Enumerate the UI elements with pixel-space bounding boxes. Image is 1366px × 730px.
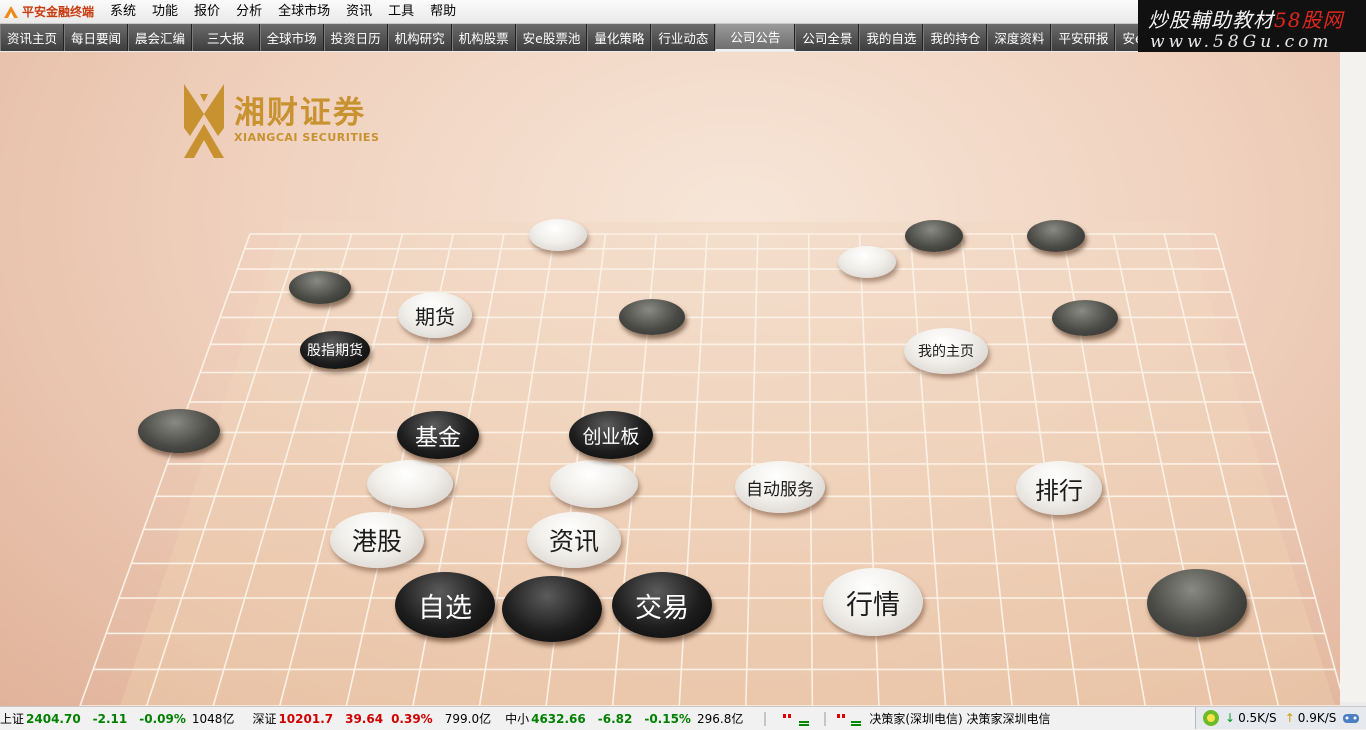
- download-speed: 0.5K/S: [1238, 711, 1277, 725]
- stone-trade[interactable]: 交易: [612, 572, 712, 638]
- tab-institution-research[interactable]: 机构研究: [387, 24, 452, 51]
- decorative-white-stone: [529, 219, 587, 251]
- sz-percent: 0.39%: [391, 711, 433, 726]
- tab-global-market[interactable]: 全球市场: [259, 24, 324, 51]
- tab-bar: 资讯主页 每日要闻 晨会汇编 三大报 全球市场 投资日历 机构研究 机构股票 安…: [0, 24, 1140, 51]
- go-board-panel: 湘财证券 XIANGCAI SECURITIES 期货 股指期货 我的主页 基金…: [0, 52, 1340, 706]
- company-name: 湘财证券: [234, 94, 366, 131]
- decorative-black-stone: [138, 409, 220, 453]
- company-name-english: XIANGCAI SECURITIES: [234, 130, 380, 144]
- sh-change: -2.11: [92, 711, 128, 726]
- menu-system[interactable]: 系统: [102, 0, 144, 23]
- tab-my-watchlist[interactable]: 我的自选: [859, 24, 924, 51]
- stone-watchlist[interactable]: 自选: [395, 572, 495, 638]
- zx-percent: -0.15%: [644, 711, 691, 726]
- stone-market-quotes[interactable]: 行情: [823, 568, 923, 636]
- menu-function[interactable]: 功能: [144, 0, 186, 23]
- menu-tools[interactable]: 工具: [380, 0, 422, 23]
- stone-news[interactable]: 资讯: [527, 512, 621, 568]
- watermark-title-b: 58股网: [1274, 8, 1344, 32]
- sh-percent: -0.09%: [139, 711, 186, 726]
- stone-my-homepage[interactable]: 我的主页: [904, 328, 988, 374]
- right-margin-panel: [1340, 52, 1366, 702]
- tab-company-announcement[interactable]: 公司公告: [715, 24, 796, 51]
- company-logo: 湘财证券 XIANGCAI SECURITIES: [180, 80, 379, 160]
- stone-hk-stocks[interactable]: 港股: [330, 512, 424, 568]
- stone-futures[interactable]: 期货: [398, 292, 472, 338]
- stone-index-futures[interactable]: 股指期货: [300, 331, 370, 369]
- download-arrow-icon: ↓: [1225, 711, 1236, 725]
- decorative-black-stone: [289, 271, 351, 304]
- menu-news[interactable]: 资讯: [338, 0, 380, 23]
- sz-change: 39.64: [345, 711, 384, 726]
- tab-my-holdings[interactable]: 我的持仓: [923, 24, 988, 51]
- xiangcai-logo-icon: [184, 84, 224, 158]
- app-title-text: 平安金融终端: [22, 5, 95, 19]
- zx-volume: 296.8亿: [696, 712, 744, 726]
- tab-daily-news[interactable]: 每日要闻: [64, 24, 129, 51]
- ticker-text: 决策家(深圳电信) 决策家深圳电信: [869, 712, 1051, 726]
- decorative-black-stone: [905, 220, 963, 252]
- tab-quant-strategy[interactable]: 量化策略: [587, 24, 652, 51]
- menu-global-market[interactable]: 全球市场: [270, 0, 338, 23]
- tab-investment-calendar[interactable]: 投资日历: [323, 24, 388, 51]
- tab-news-home[interactable]: 资讯主页: [0, 24, 65, 51]
- decorative-black-stone: [502, 576, 602, 642]
- menu-quote[interactable]: 报价: [186, 0, 228, 23]
- sz-value[interactable]: 10201.7: [278, 712, 333, 726]
- app-title: 平安金融终端: [3, 3, 94, 20]
- watermark: 炒股輔助教材58股网 www.58Gu.com: [1138, 0, 1366, 57]
- network-status: ↓ 0.5K/S ↑ 0.9K/S: [1195, 707, 1366, 729]
- stone-fund[interactable]: 基金: [397, 411, 479, 459]
- stone-chinext[interactable]: 创业板: [569, 411, 653, 459]
- tab-industry-news[interactable]: 行业动态: [651, 24, 716, 51]
- stone-auto-service[interactable]: 自动服务: [735, 461, 825, 513]
- sh-label: 上证: [0, 712, 25, 726]
- zx-value[interactable]: 4632.66: [531, 712, 586, 726]
- status-bar: 上证 2404.70 -2.11 -0.09% 1048亿 深证 10201.7…: [0, 706, 1366, 730]
- decorative-black-stone: [1147, 569, 1247, 637]
- tab-morning-meeting[interactable]: 晨会汇编: [128, 24, 193, 51]
- watermark-title-a: 炒股輔助教材: [1148, 8, 1274, 32]
- sz-label: 深证: [252, 712, 277, 726]
- tab-institution-stocks[interactable]: 机构股票: [451, 24, 516, 51]
- watermark-title: 炒股輔助教材58股网: [1148, 4, 1343, 33]
- decorative-white-stone: [838, 246, 896, 278]
- watermark-url: www.58Gu.com: [1150, 32, 1333, 52]
- sh-value[interactable]: 2404.70: [26, 712, 81, 726]
- tab-three-papers[interactable]: 三大报: [192, 24, 260, 51]
- menu-analysis[interactable]: 分析: [228, 0, 270, 23]
- tab-deep-data[interactable]: 深度资料: [987, 24, 1052, 51]
- sz-volume: 799.0亿: [444, 712, 492, 726]
- decorative-black-stone: [1027, 220, 1085, 252]
- decorative-black-stone: [1052, 300, 1118, 336]
- tab-stock-pool[interactable]: 安e股票池: [515, 24, 588, 51]
- menu-help[interactable]: 帮助: [422, 0, 464, 23]
- stone-ranking[interactable]: 排行: [1016, 461, 1102, 515]
- upload-speed: 0.9K/S: [1297, 711, 1337, 725]
- tab-pingan-research[interactable]: 平安研报: [1051, 24, 1116, 51]
- signal-indicator-icon: [764, 711, 862, 726]
- decorative-white-stone: [367, 460, 453, 508]
- sh-volume: 1048亿: [191, 712, 235, 726]
- upload-arrow-icon: ↑: [1284, 711, 1295, 725]
- decorative-white-stone: [550, 460, 638, 508]
- app-logo-icon: [4, 5, 18, 18]
- tab-company-panorama[interactable]: 公司全景: [795, 24, 860, 51]
- zx-label: 中小: [505, 712, 530, 726]
- connection-icon[interactable]: [1201, 709, 1221, 727]
- tab-e-journal[interactable]: 安e期刊: [1115, 24, 1140, 51]
- zx-change: -6.82: [597, 711, 633, 726]
- gamepad-icon[interactable]: [1342, 710, 1360, 726]
- decorative-black-stone: [619, 299, 685, 335]
